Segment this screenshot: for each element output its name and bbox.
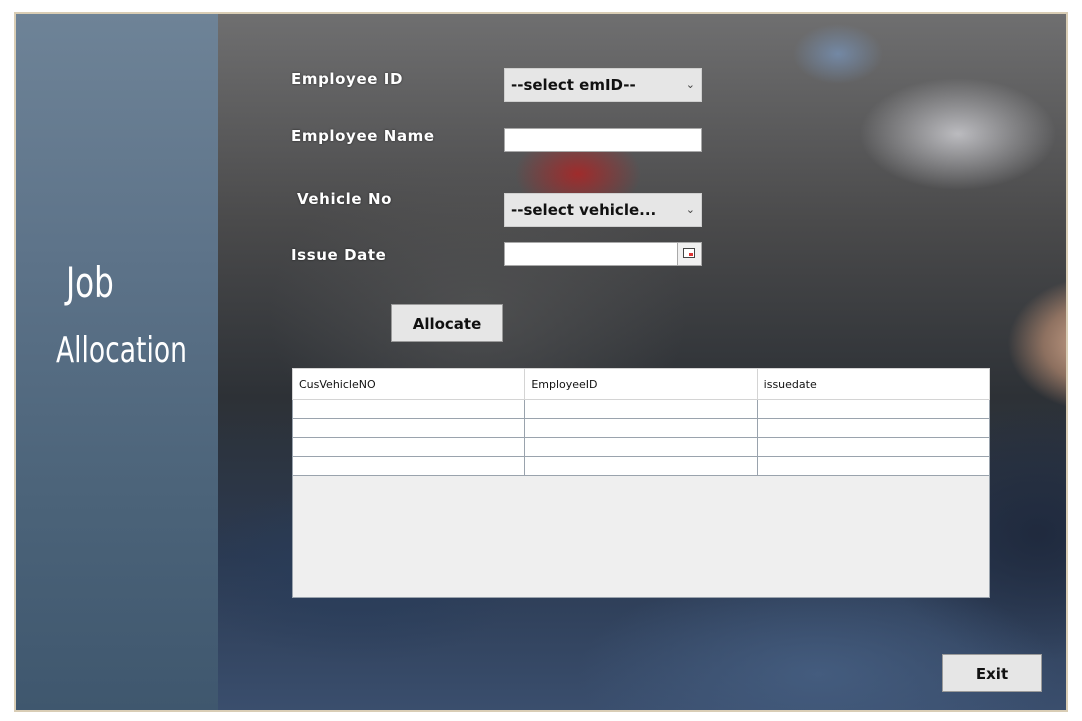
issue-date-picker[interactable] [504, 242, 702, 266]
table-cell[interactable] [291, 418, 526, 438]
vehicle-no-selected-value: --select vehicle... [511, 201, 657, 219]
chevron-down-icon: ⌄ [685, 78, 695, 91]
table-cell[interactable] [524, 418, 758, 438]
employee-name-label: Employee Name [291, 127, 435, 145]
table-cell[interactable] [524, 437, 758, 457]
page-title-line2: Allocation [56, 330, 187, 371]
table-cell[interactable] [291, 456, 526, 476]
employee-id-selected-value: --select emID-- [511, 76, 636, 94]
vehicle-no-select[interactable]: --select vehicle... ⌄ [504, 193, 702, 227]
table-cell[interactable] [756, 399, 991, 419]
exit-button[interactable]: Exit [942, 654, 1042, 692]
job-allocation-window: Job Allocation Employee ID --select emID… [14, 12, 1068, 712]
employee-id-select[interactable]: --select emID-- ⌄ [504, 68, 702, 102]
calendar-icon [683, 248, 695, 258]
chevron-down-icon: ⌄ [685, 203, 695, 216]
allocate-button[interactable]: Allocate [391, 304, 503, 342]
employee-id-label: Employee ID [291, 70, 404, 88]
table-cell[interactable] [756, 456, 991, 476]
table-cell[interactable] [524, 456, 758, 476]
table-row[interactable] [291, 437, 991, 457]
table-cell[interactable] [524, 399, 758, 419]
issue-date-label: Issue Date [291, 246, 387, 264]
sidebar-panel: Job Allocation [16, 14, 218, 710]
table-cell[interactable] [756, 418, 991, 438]
employee-name-field[interactable] [504, 128, 702, 152]
table-row[interactable] [291, 456, 991, 476]
table-header-row: CusVehicleNO EmployeeID issuedate [291, 368, 991, 400]
vehicle-no-label: Vehicle No [297, 190, 393, 208]
table-row[interactable] [291, 418, 991, 438]
column-header-cusvehicleno[interactable]: CusVehicleNO [291, 368, 526, 400]
column-header-issuedate[interactable]: issuedate [756, 368, 991, 400]
table-row[interactable] [291, 399, 991, 419]
page-title-line1: Job [66, 258, 114, 307]
allocation-table[interactable]: CusVehicleNO EmployeeID issuedate [291, 368, 991, 598]
engine-background-image [218, 14, 1066, 710]
date-picker-button[interactable] [677, 243, 701, 265]
table-cell[interactable] [291, 399, 526, 419]
table-cell[interactable] [756, 437, 991, 457]
table-cell[interactable] [291, 437, 526, 457]
column-header-employeeid[interactable]: EmployeeID [524, 368, 758, 400]
